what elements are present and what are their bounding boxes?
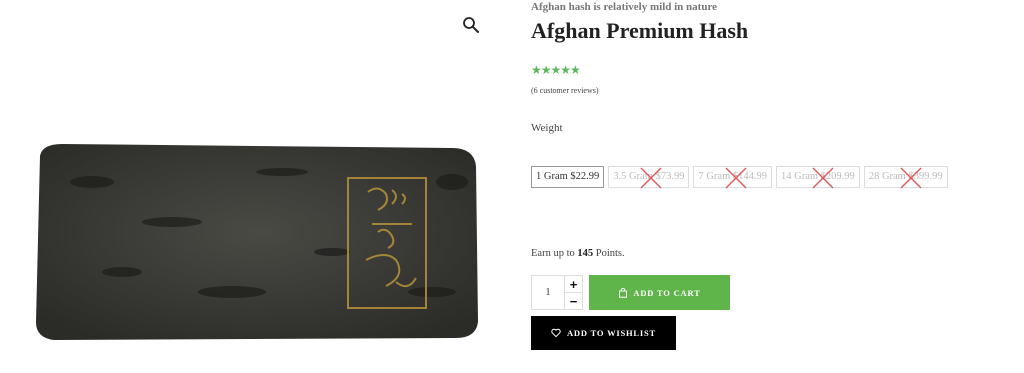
variant-14-gram[interactable]: 14 Gram $209.99: [776, 166, 860, 189]
product-tagline: Afghan hash is relatively mild in nature: [531, 1, 718, 13]
rating-stars: ★★★★★: [531, 63, 581, 77]
product-image: [36, 144, 478, 340]
weight-label: Weight: [531, 122, 563, 134]
variant-1-gram[interactable]: 1 Gram $22.99: [531, 166, 605, 188]
bag-icon: [619, 287, 628, 298]
quantity-stepper: + −: [531, 275, 583, 310]
quantity-controls: + −: [564, 276, 582, 309]
product-gallery: [0, 0, 500, 373]
reward-points: Earn up to 145 Points.: [531, 248, 625, 259]
variant-3-5-gram[interactable]: 3.5 Gram $73.99: [608, 166, 690, 189]
quantity-increase-button[interactable]: +: [565, 276, 582, 292]
variant-28-gram[interactable]: 28 Gram $399.99: [863, 166, 948, 189]
add-to-wishlist-button[interactable]: ADD TO WISHLIST: [531, 316, 676, 350]
quantity-decrease-button[interactable]: −: [565, 292, 582, 309]
variant-7-gram[interactable]: 7 Gram $144.99: [693, 166, 773, 189]
product-title: Afghan Premium Hash: [531, 18, 749, 43]
add-to-cart-label: ADD TO CART: [633, 287, 701, 298]
add-to-cart-button[interactable]: ADD TO CART: [589, 275, 730, 310]
weight-options: 1 Gram $22.99 3.5 Gram $73.99 7 Gram $14…: [531, 166, 948, 189]
heart-icon: [551, 328, 561, 338]
quantity-input[interactable]: [532, 276, 564, 309]
magnifier-icon[interactable]: [462, 16, 480, 34]
customer-reviews-link[interactable]: (6 customer reviews): [531, 86, 599, 95]
points-amount: 145: [577, 248, 594, 259]
add-to-wishlist-label: ADD TO WISHLIST: [566, 328, 656, 338]
